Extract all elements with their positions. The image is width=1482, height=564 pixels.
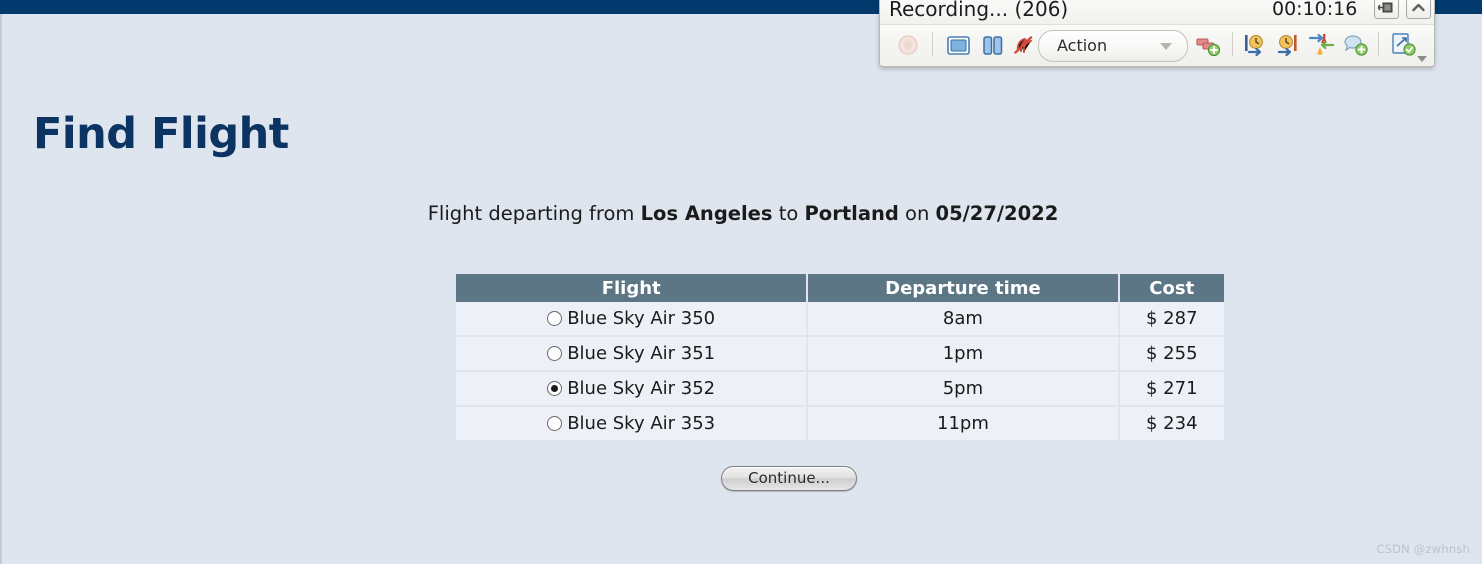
flight-radio-button[interactable] <box>547 346 563 361</box>
summary-date: 05/27/2022 <box>935 202 1059 225</box>
add-output-value-icon[interactable] <box>1304 29 1338 61</box>
toolbar-separator-2 <box>1232 32 1233 56</box>
dock-icon[interactable] <box>1374 0 1399 19</box>
add-checkpoint-after-icon[interactable] <box>1272 29 1304 61</box>
cell-departure-time: 11pm <box>807 406 1120 440</box>
summary-on: on <box>898 202 936 225</box>
cell-cost: $ 255 <box>1118 336 1224 372</box>
cell-cost: $ 287 <box>1118 302 1224 337</box>
column-header-cost: Cost <box>1118 274 1224 302</box>
flight-radio-button[interactable] <box>547 311 563 326</box>
flight-option[interactable]: Blue Sky Air 350 <box>456 302 806 335</box>
cell-flight: Blue Sky Air 350 <box>456 302 809 337</box>
flight-summary: Flight departing from Los Angeles to Por… <box>2 202 1482 225</box>
column-header-flight: Flight <box>456 274 809 302</box>
cell-departure-time: 5pm <box>807 371 1120 407</box>
chevron-down-icon <box>1160 43 1172 50</box>
summary-prefix: Flight departing from <box>427 202 641 225</box>
flight-radio-button[interactable] <box>547 416 563 431</box>
flights-table: Flight Departure time Cost Blue Sky Air … <box>456 274 1224 440</box>
table-row[interactable]: Blue Sky Air 350 8am $ 287 <box>456 302 1224 337</box>
action-dropdown-label: Action <box>1057 36 1108 55</box>
toolbar-separator-3 <box>1378 32 1379 56</box>
add-step-icon[interactable] <box>1192 29 1224 61</box>
cell-flight: Blue Sky Air 351 <box>456 336 809 372</box>
flight-radio-button[interactable] <box>547 381 563 396</box>
cancel-recording-icon[interactable] <box>1008 29 1038 61</box>
recording-titlebar: Recording... (206) 00:10:16 <box>880 0 1434 24</box>
add-verification-icon[interactable] <box>1386 29 1420 61</box>
watermark: CSDN @zwhnsh <box>1376 542 1470 556</box>
flight-option[interactable]: Blue Sky Air 351 <box>456 337 806 370</box>
summary-origin: Los Angeles <box>640 202 773 225</box>
summary-mid: to <box>772 202 805 225</box>
cell-departure-time: 8am <box>807 302 1120 337</box>
cell-cost: $ 234 <box>1118 406 1224 440</box>
recording-timer: 00:10:16 <box>1272 0 1358 20</box>
cell-departure-time: 1pm <box>807 336 1120 372</box>
flight-label: Blue Sky Air 353 <box>567 413 716 434</box>
add-comment-icon[interactable] <box>1338 29 1372 61</box>
column-header-departure-time: Departure time <box>807 274 1120 302</box>
page-title: Find Flight <box>33 109 289 159</box>
flight-label: Blue Sky Air 352 <box>567 378 716 399</box>
chevron-up-icon[interactable] <box>1406 0 1431 19</box>
flight-option[interactable]: Blue Sky Air 352 <box>456 372 806 405</box>
toolbar-separator-1 <box>932 32 933 56</box>
recording-status-label: Recording... (206) <box>889 0 1069 21</box>
table-row[interactable]: Blue Sky Air 352 5pm $ 271 <box>456 371 1224 407</box>
toolbar-overflow-chevron-down-icon[interactable] <box>1417 56 1427 62</box>
record-icon[interactable] <box>892 29 924 61</box>
summary-destination: Portland <box>804 202 899 225</box>
table-header-row: Flight Departure time Cost <box>456 274 1224 302</box>
table-row[interactable]: Blue Sky Air 353 11pm $ 234 <box>456 406 1224 440</box>
add-checkpoint-before-icon[interactable] <box>1240 29 1272 61</box>
flight-option[interactable]: Blue Sky Air 353 <box>456 407 806 440</box>
recording-toolbar-panel: Recording... (206) 00:10:16 Action <box>879 0 1435 67</box>
continue-button[interactable]: Continue... <box>721 466 857 491</box>
cell-cost: $ 271 <box>1118 371 1224 407</box>
stop-icon[interactable] <box>942 29 974 61</box>
pause-icon[interactable] <box>976 29 1008 61</box>
cell-flight: Blue Sky Air 352 <box>456 371 809 407</box>
cell-flight: Blue Sky Air 353 <box>456 406 809 440</box>
recording-toolbar: Action <box>880 24 1434 65</box>
page-frame: Find Flight Flight departing from Los An… <box>0 14 1482 564</box>
action-dropdown[interactable]: Action <box>1038 30 1188 62</box>
table-row[interactable]: Blue Sky Air 351 1pm $ 255 <box>456 336 1224 372</box>
flight-label: Blue Sky Air 350 <box>567 308 716 329</box>
flight-label: Blue Sky Air 351 <box>567 343 716 364</box>
